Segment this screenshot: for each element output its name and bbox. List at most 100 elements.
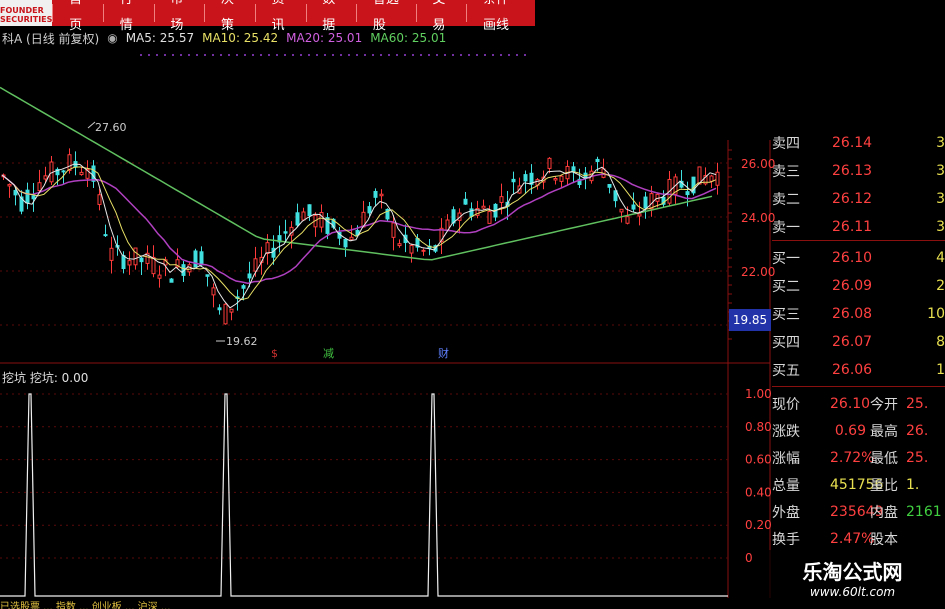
candle-body [373,190,378,198]
quote-value: 2.72% [830,449,875,466]
indicator-axis-label: 0 [745,551,753,565]
candle-body [715,171,720,186]
candle-body [619,208,624,213]
sell-level-volume: 3 [936,162,945,179]
quote-value: 26.10 [830,395,871,412]
watermark-url: www.60lt.com [809,585,896,599]
sell-level-row[interactable]: 卖三 26.13 3 [772,157,945,184]
buy-level-row[interactable]: 买三 26.08 10 [772,300,945,327]
buy-level-label: 买一 [772,250,800,267]
buy-level-row[interactable]: 买四 26.07 8 [772,328,945,355]
quote-label-2: 今开 [870,396,898,413]
quote-row[interactable]: 换手 2.47% 股本 [772,525,945,552]
buy-level-row[interactable]: 买二 26.09 2 [772,272,945,299]
quote-value-2: 2161 [906,503,942,520]
candle-body [13,190,18,196]
current-price-tag: 19.85 [729,309,771,331]
candle-body [451,209,456,224]
quote-value: 451756 [830,476,884,493]
sell-level-label: 卖四 [772,135,800,152]
quote-label: 涨幅 [772,450,800,467]
candle-body [283,231,288,234]
price-label-26: 26.00 [741,157,775,171]
sell-level-row[interactable]: 卖二 26.12 3 [772,185,945,212]
indicator-axis-label: 1.00 [745,387,772,401]
ma20-line [1,173,717,285]
buy-level-price: 26.07 [832,333,873,350]
candle-body [637,213,642,217]
candle-body [307,204,312,217]
buy-level-price: 26.06 [832,361,873,378]
sell-level-volume: 3 [936,218,945,235]
candle-body [559,175,564,182]
high-pointer [87,121,96,129]
event-marker-3[interactable]: 财 [438,346,449,360]
quote-value-2: 26. [906,422,929,439]
quote-row[interactable]: 涨跌 0.69 最高 26. [772,417,945,444]
buy-level-label: 买二 [772,278,800,295]
candle-body [265,242,270,254]
quote-value: 0.69 [834,422,866,439]
candle-body [349,236,354,241]
candle-body [133,247,138,266]
quote-row[interactable]: 现价 26.10 今开 25. [772,390,945,417]
indicator-line [0,393,728,597]
price-label-22: 22.00 [741,265,775,279]
buy-level-label: 买四 [772,334,800,351]
candle-body [709,175,714,182]
orderbook-divider [772,386,945,387]
buy-level-label: 买五 [772,362,800,379]
status-bar: 已选股票 ... 指数 ... 创业板 ... 沪深 ... [0,602,171,609]
candle-body [481,205,486,209]
sell-level-price: 26.12 [832,190,873,207]
sell-level-volume: 3 [936,134,945,151]
candle-body [121,255,126,270]
candle-body [241,285,246,289]
candle-body [553,177,558,181]
buy-level-row[interactable]: 买五 26.06 1 [772,356,945,383]
quote-row[interactable]: 外盘 235649 内盘 2161 [772,498,945,525]
candle-body [391,222,396,238]
candle-body [685,191,690,196]
candle-body [199,251,204,266]
quote-label: 外盘 [772,504,800,521]
candle-body [169,278,174,283]
buy-level-row[interactable]: 买一 26.10 4 [772,244,945,271]
quote-label-2: 最低 [870,450,898,467]
candle-body [25,189,30,204]
watermark-title: 乐淘公式网 [802,560,903,584]
event-marker-2[interactable]: 减 [323,347,334,360]
candle-body [463,198,468,205]
candle-body [625,216,630,224]
price-label-24: 24.00 [741,211,775,225]
event-marker-1[interactable]: $ [271,347,278,360]
candle-body [421,249,426,252]
candle-body [139,257,144,263]
quote-row[interactable]: 涨幅 2.72% 最低 25. [772,444,945,471]
candle-body [103,234,108,237]
quote-value-2: 25. [906,449,929,466]
indicator-header[interactable]: 挖坑 挖坑: 0.00 [2,369,88,386]
candle-body [247,273,252,279]
quote-value: 235649 [830,503,884,520]
buy-level-volume: 2 [936,277,945,294]
quote-label-2: 内盘 [870,504,898,521]
indicator-axis-label: 0.60 [745,453,772,467]
order-book: 卖四 26.14 3 卖三 26.13 3 卖二 26.12 3 卖一 26.11 3… [772,129,945,548]
indicator-axis-label: 0.80 [745,420,772,434]
candle-body [127,260,132,266]
candle-body [7,183,12,187]
sell-level-row[interactable]: 卖四 26.14 3 [772,129,945,156]
quote-value-2: 1. [906,476,920,493]
candle-body [37,182,42,192]
candle-body [649,193,654,210]
candle-body [223,303,228,325]
candle-body [367,206,372,214]
candle-body [343,238,348,248]
candle-body [205,274,210,277]
candle-body [157,274,162,279]
sell-level-row[interactable]: 卖一 26.11 3 [772,213,945,240]
quote-row[interactable]: 总量 451756 量比 1. [772,471,945,498]
candle-body [595,158,600,163]
candle-body [409,245,414,254]
